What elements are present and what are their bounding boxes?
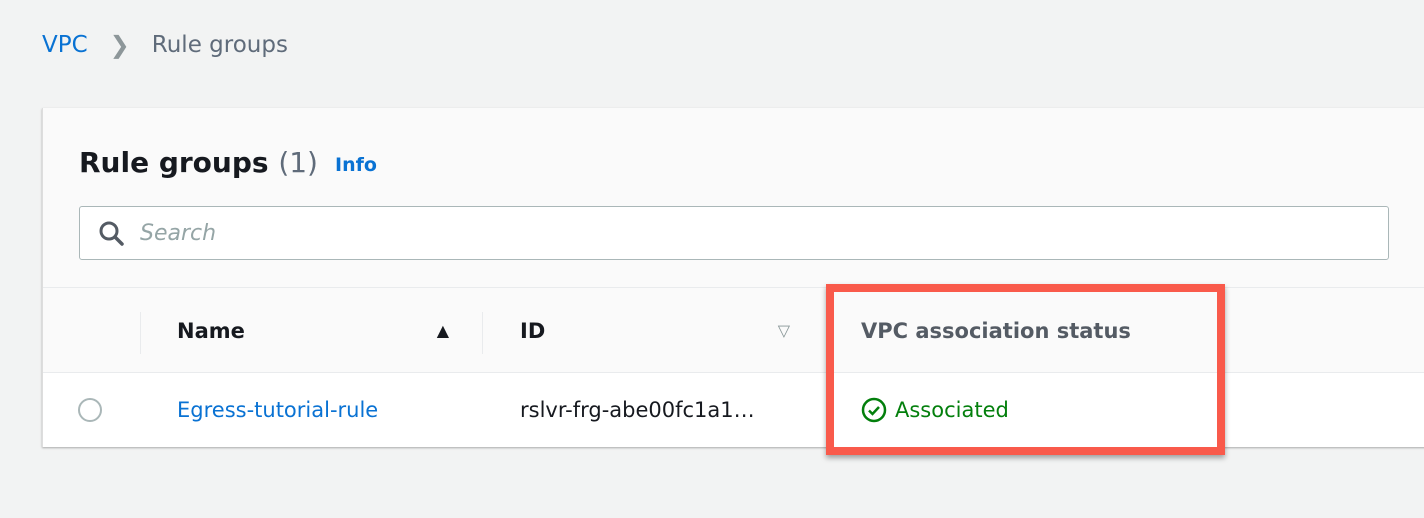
column-label: ID	[520, 318, 546, 343]
search-icon	[99, 221, 124, 246]
title-text: Rule groups	[79, 146, 269, 179]
breadcrumb-current: Rule groups	[151, 32, 288, 58]
panel-header: Rule groups (1) Info	[43, 108, 1424, 288]
item-count: (1)	[278, 146, 318, 179]
highlight-box	[826, 284, 1225, 455]
search-input[interactable]	[140, 220, 1340, 246]
rule-group-name-link[interactable]: Egress-tutorial-rule	[177, 373, 378, 447]
column-header-name[interactable]: Name ▲	[177, 288, 449, 373]
sort-ascending-icon[interactable]: ▲	[437, 321, 449, 340]
breadcrumb-vpc-link[interactable]: VPC	[42, 32, 88, 58]
column-header-id[interactable]: ID ▽	[520, 288, 790, 373]
column-divider	[482, 312, 483, 354]
column-divider	[140, 312, 141, 354]
breadcrumb: VPC ❯ Rule groups	[42, 31, 288, 59]
row-select-radio[interactable]	[78, 398, 102, 422]
column-label: Name	[177, 318, 245, 343]
rule-group-id: rslvr-frg-abe00fc1a1…	[520, 398, 755, 422]
search-field[interactable]	[79, 206, 1389, 260]
info-link[interactable]: Info	[335, 154, 377, 176]
page-title: Rule groups (1)	[79, 146, 318, 179]
sort-descending-icon[interactable]: ▽	[778, 321, 790, 340]
chevron-right-icon: ❯	[109, 31, 130, 59]
